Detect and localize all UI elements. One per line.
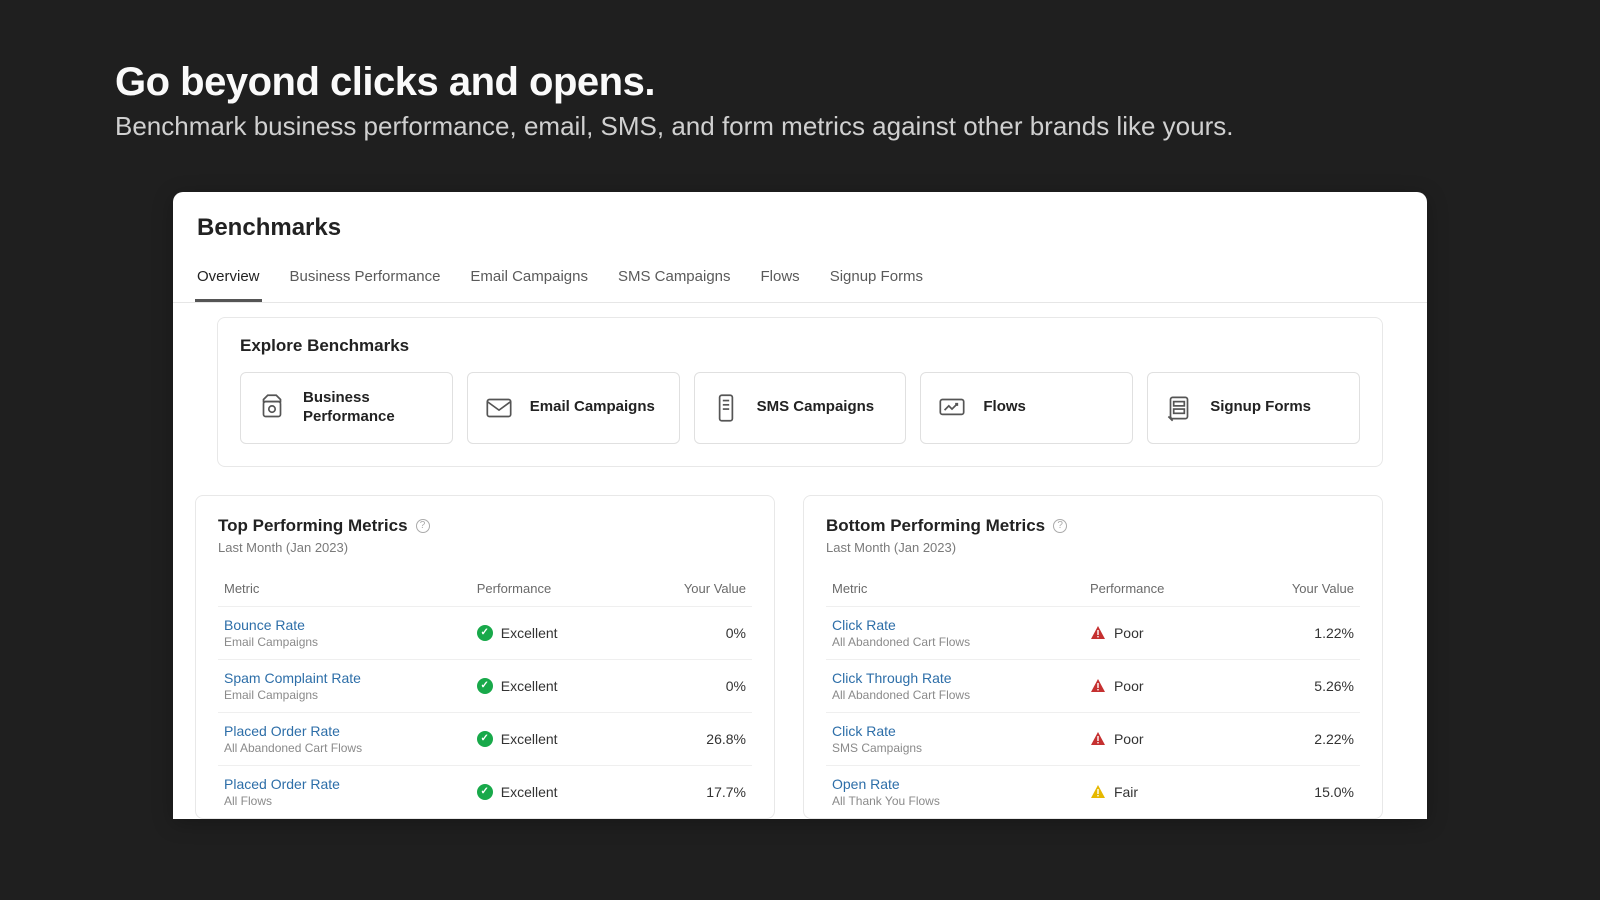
top-panel-title: Top Performing Metrics [218, 516, 408, 536]
bottom-performing-panel: Bottom Performing Metrics ? Last Month (… [803, 495, 1383, 819]
perf-label: Excellent [501, 731, 558, 747]
help-icon[interactable]: ? [416, 519, 430, 533]
explore-card: Explore Benchmarks Business Performance E… [217, 317, 1383, 467]
explore-email-campaigns[interactable]: Email Campaigns [467, 372, 680, 444]
metric-link[interactable]: Click Rate [832, 617, 1078, 633]
tab-overview[interactable]: Overview [195, 258, 262, 302]
metric-link[interactable]: Open Rate [832, 776, 1078, 792]
metric-value: 26.8% [627, 712, 752, 765]
warning-triangle-icon [1090, 625, 1106, 641]
table-row: Open Rate All Thank You Flows Fair 15.0% [826, 765, 1360, 818]
panels: Top Performing Metrics ? Last Month (Jan… [195, 495, 1383, 819]
explore-label: Flows [983, 398, 1026, 417]
col-metric: Metric [826, 573, 1084, 607]
perf-label: Poor [1114, 625, 1144, 641]
check-circle-icon: ✓ [477, 784, 493, 800]
sms-icon [709, 391, 743, 425]
metric-value: 5.26% [1232, 659, 1360, 712]
table-row: Bounce Rate Email Campaigns ✓ Excellent 0% [218, 606, 752, 659]
warning-triangle-icon [1090, 678, 1106, 694]
top-metrics-table: Metric Performance Your Value Bounce Rat… [218, 573, 752, 818]
tab-email-campaigns[interactable]: Email Campaigns [468, 258, 590, 302]
flows-icon [935, 391, 969, 425]
page-title: Go beyond clicks and opens. [115, 60, 1485, 105]
explore-label: Business Performance [303, 389, 438, 427]
metric-link[interactable]: Placed Order Rate [224, 776, 465, 792]
metric-link[interactable]: Click Through Rate [832, 670, 1078, 686]
bottom-panel-subtitle: Last Month (Jan 2023) [826, 540, 1360, 555]
col-performance: Performance [1084, 573, 1233, 607]
metric-sub: All Abandoned Cart Flows [832, 635, 1078, 649]
metric-link[interactable]: Click Rate [832, 723, 1078, 739]
content: Explore Benchmarks Business Performance E… [173, 303, 1427, 819]
check-circle-icon: ✓ [477, 678, 493, 694]
perf-label: Excellent [501, 625, 558, 641]
explore-signup-forms[interactable]: Signup Forms [1147, 372, 1360, 444]
table-row: Click Rate SMS Campaigns Poor 2.22% [826, 712, 1360, 765]
check-circle-icon: ✓ [477, 625, 493, 641]
bottom-panel-title: Bottom Performing Metrics [826, 516, 1045, 536]
metric-value: 17.7% [627, 765, 752, 818]
metric-value: 2.22% [1232, 712, 1360, 765]
table-row: Placed Order Rate All Abandoned Cart Flow… [218, 712, 752, 765]
help-icon[interactable]: ? [1053, 519, 1067, 533]
explore-label: SMS Campaigns [757, 398, 875, 417]
perf-label: Poor [1114, 678, 1144, 694]
perf-label: Excellent [501, 678, 558, 694]
marketing-header: Go beyond clicks and opens. Benchmark bu… [0, 0, 1600, 172]
metric-value: 0% [627, 606, 752, 659]
perf-label: Poor [1114, 731, 1144, 747]
perf-label: Fair [1114, 784, 1138, 800]
table-row: Click Rate All Abandoned Cart Flows Poor 1.… [826, 606, 1360, 659]
metric-sub: SMS Campaigns [832, 741, 1078, 755]
col-value: Your Value [627, 573, 752, 607]
warning-triangle-icon [1090, 784, 1106, 800]
col-performance: Performance [471, 573, 627, 607]
col-value: Your Value [1232, 573, 1360, 607]
bottom-metrics-table: Metric Performance Your Value Click Rate… [826, 573, 1360, 818]
app-title: Benchmarks [173, 192, 1427, 258]
explore-grid: Business Performance Email Campaigns SMS C… [240, 372, 1360, 444]
metric-link[interactable]: Placed Order Rate [224, 723, 465, 739]
metric-sub: All Abandoned Cart Flows [224, 741, 465, 755]
metric-sub: All Abandoned Cart Flows [832, 688, 1078, 702]
perf-label: Excellent [501, 784, 558, 800]
table-row: Placed Order Rate All Flows ✓ Excellent 17.7… [218, 765, 752, 818]
business-icon [255, 391, 289, 425]
top-performing-panel: Top Performing Metrics ? Last Month (Jan… [195, 495, 775, 819]
app-frame: Benchmarks OverviewBusiness PerformanceE… [173, 192, 1427, 819]
tab-sms-campaigns[interactable]: SMS Campaigns [616, 258, 733, 302]
tab-business-performance[interactable]: Business Performance [288, 258, 443, 302]
email-icon [482, 391, 516, 425]
top-panel-subtitle: Last Month (Jan 2023) [218, 540, 752, 555]
metric-link[interactable]: Spam Complaint Rate [224, 670, 465, 686]
warning-triangle-icon [1090, 731, 1106, 747]
explore-label: Signup Forms [1210, 398, 1311, 417]
metric-link[interactable]: Bounce Rate [224, 617, 465, 633]
metric-value: 0% [627, 659, 752, 712]
metric-value: 15.0% [1232, 765, 1360, 818]
tab-signup-forms[interactable]: Signup Forms [828, 258, 925, 302]
tabs: Overview Business Performance Email Campai… [173, 258, 1427, 303]
forms-icon [1162, 391, 1196, 425]
metric-value: 1.22% [1232, 606, 1360, 659]
explore-title: Explore Benchmarks [240, 336, 1360, 356]
metric-sub: Email Campaigns [224, 635, 465, 649]
explore-business-performance[interactable]: Business Performance [240, 372, 453, 444]
page-subtitle: Benchmark business performance, email, S… [115, 111, 1485, 142]
table-row: Spam Complaint Rate Email Campaigns ✓ Excel… [218, 659, 752, 712]
check-circle-icon: ✓ [477, 731, 493, 747]
explore-label: Email Campaigns [530, 398, 655, 417]
metric-sub: All Flows [224, 794, 465, 808]
metric-sub: All Thank You Flows [832, 794, 1078, 808]
table-row: Click Through Rate All Abandoned Cart Flo… [826, 659, 1360, 712]
metric-sub: Email Campaigns [224, 688, 465, 702]
col-metric: Metric [218, 573, 471, 607]
explore-sms-campaigns[interactable]: SMS Campaigns [694, 372, 907, 444]
tab-flows[interactable]: Flows [759, 258, 802, 302]
explore-flows[interactable]: Flows [920, 372, 1133, 444]
